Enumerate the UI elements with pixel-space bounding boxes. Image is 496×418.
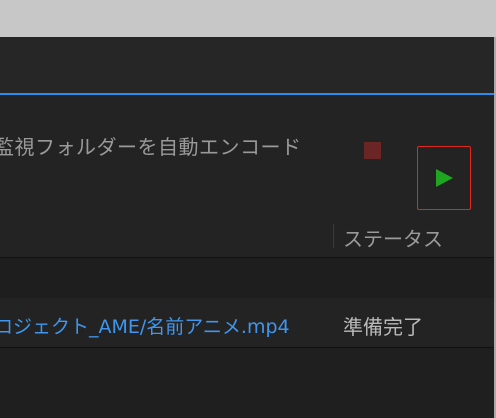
- start-queue-button[interactable]: [417, 146, 471, 210]
- stop-square-icon: [363, 141, 381, 159]
- status-column-header[interactable]: ステータス: [343, 223, 443, 252]
- stop-button[interactable]: [356, 134, 388, 166]
- column-divider: [333, 224, 334, 248]
- queue-file-link[interactable]: ロジェクト_AME/名前アニメ.mp4: [0, 312, 290, 339]
- queue-status: 準備完了: [343, 315, 423, 339]
- window-titlebar: [0, 37, 494, 93]
- queue-empty-area: [0, 348, 494, 418]
- play-triangle-icon: [436, 169, 453, 187]
- queue-group-header: [0, 258, 494, 298]
- watch-folder-label: 監視フォルダーを自動エンコード: [0, 135, 302, 159]
- accent-divider: [0, 93, 494, 95]
